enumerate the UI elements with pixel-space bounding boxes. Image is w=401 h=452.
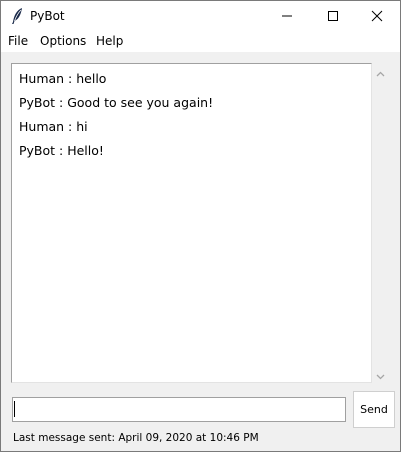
send-button[interactable]: Send [353,391,395,428]
minimize-icon [281,7,293,26]
window-title: PyBot [30,9,65,23]
close-icon [371,7,383,26]
chevron-up-icon [376,62,385,81]
title-bar[interactable]: PyBot [1,1,400,31]
maximize-button[interactable] [310,1,356,31]
chat-message: Human : hi [19,119,88,134]
chat-message: Human : hello [19,71,107,86]
menu-options[interactable]: Options [40,34,86,48]
message-input[interactable] [12,397,346,422]
chat-message: PyBot : Good to see you again! [19,95,214,110]
scroll-down-button[interactable] [372,366,389,383]
menu-file[interactable]: File [8,34,28,48]
chat-scrollbar[interactable] [372,63,389,383]
chat-log[interactable]: Human : hello PyBot : Good to see you ag… [11,63,372,383]
close-button[interactable] [354,1,400,31]
maximize-icon [327,7,339,26]
pybot-window: PyBot File Options Help Human : hello Py… [0,0,401,452]
feather-icon [10,7,24,25]
minimize-button[interactable] [264,1,310,31]
menu-help[interactable]: Help [96,34,123,48]
menu-bar: File Options Help [1,31,400,52]
chat-message: PyBot : Hello! [19,143,104,158]
text-cursor [14,401,15,417]
chevron-down-icon [376,365,385,384]
status-last-message: Last message sent: April 09, 2020 at 10:… [13,432,259,444]
scroll-up-button[interactable] [372,63,389,80]
